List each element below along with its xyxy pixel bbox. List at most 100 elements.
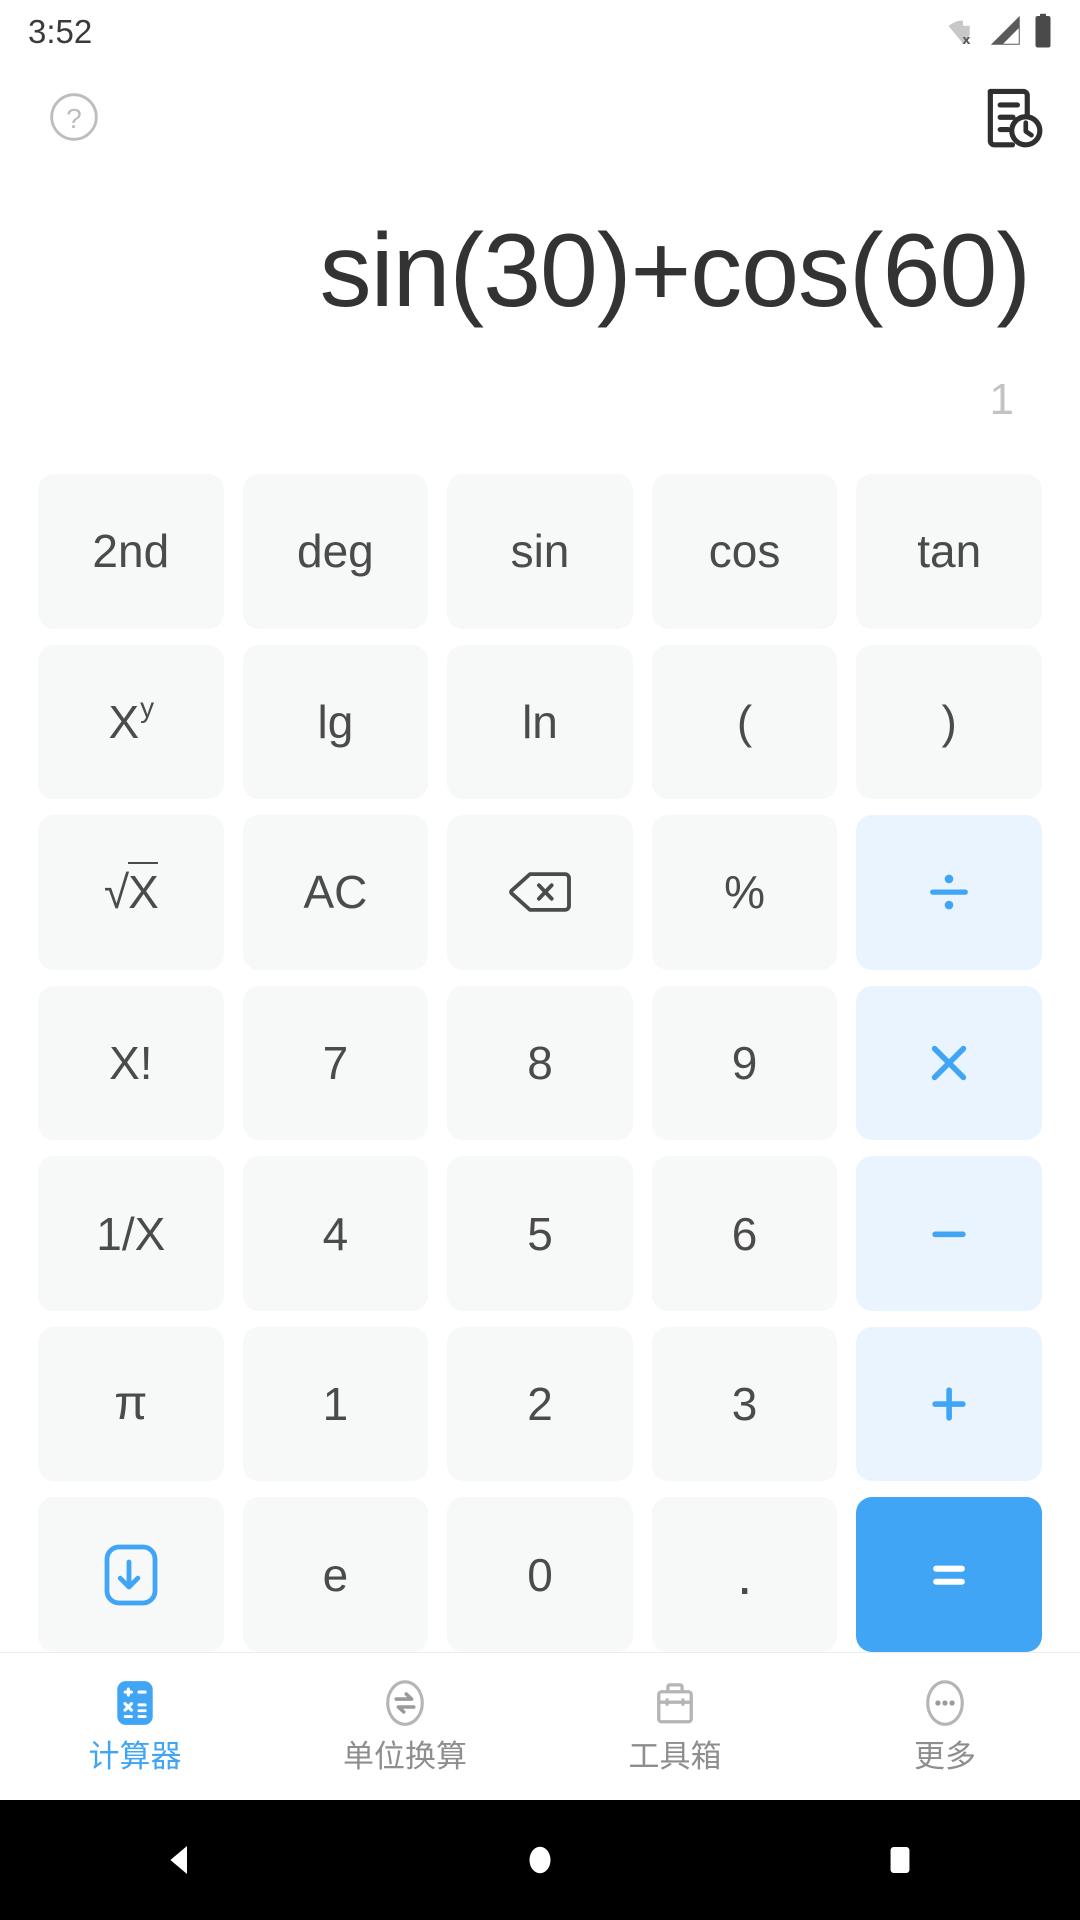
key-label: )	[941, 695, 957, 748]
key-label: lg	[317, 695, 354, 748]
system-nav-back[interactable]	[0, 1839, 360, 1881]
key-label: cos	[708, 525, 781, 578]
back-triangle-icon	[170, 1846, 187, 1874]
key-lg[interactable]: lg	[242, 644, 429, 800]
key-7[interactable]: 7	[242, 985, 429, 1141]
equals-icon	[933, 1565, 966, 1585]
key-collapse-keyboard[interactable]	[38, 1497, 224, 1652]
key-label: tan	[917, 525, 982, 578]
key-decimal[interactable]: .	[651, 1497, 838, 1652]
system-nav-home[interactable]	[360, 1839, 720, 1881]
history-icon[interactable]	[980, 85, 1044, 149]
key-reciprocal[interactable]: 1/X	[38, 1156, 224, 1311]
key-label: (	[736, 695, 753, 748]
bottom-nav-label: 更多	[914, 1738, 976, 1774]
calculator-app-screen: 3:52 x ? sin(30)+cos(60) 1 2nd deg sin c…	[0, 0, 1080, 1920]
key-power[interactable]: Xy	[38, 644, 224, 800]
key-2nd[interactable]: 2nd	[38, 474, 224, 629]
key-label: 0	[527, 1548, 553, 1601]
key-label: 3	[731, 1378, 758, 1431]
bottom-nav-item-3[interactable]: 更多	[810, 1678, 1080, 1772]
status-bar-icons: x	[946, 13, 1054, 49]
toolbox-icon	[650, 1678, 700, 1728]
key-ln[interactable]: ln	[447, 644, 633, 800]
bottom-nav-item-1[interactable]: 单位换算	[270, 1678, 540, 1772]
key-label: .	[736, 1542, 753, 1606]
status-bar-clock: 3:52	[28, 12, 93, 50]
bottom-nav-item-2[interactable]: 工具箱	[540, 1678, 810, 1772]
key-label: 1/X	[96, 1207, 166, 1260]
key-multiply[interactable]	[856, 985, 1042, 1141]
system-navigation-bar	[0, 1800, 1080, 1920]
key-label: X!	[109, 1036, 153, 1089]
key-label: 8	[527, 1036, 553, 1089]
more-dots-icon	[920, 1678, 970, 1728]
key-cos[interactable]: cos	[651, 474, 838, 629]
key-label: 4	[322, 1207, 349, 1260]
key-close-paren[interactable]: )	[856, 644, 1042, 800]
toolbox-icon	[657, 1682, 693, 1723]
key-open-paren[interactable]: (	[651, 644, 838, 800]
key-8[interactable]: 8	[447, 985, 633, 1141]
calculator-icon	[110, 1678, 160, 1728]
signal-icon	[990, 15, 1020, 45]
home-circle-icon	[529, 1846, 551, 1874]
key-label: 6	[731, 1207, 758, 1260]
multiply-icon	[931, 1045, 967, 1081]
key-2[interactable]: 2	[447, 1326, 633, 1482]
key-divide[interactable]	[856, 815, 1042, 970]
key-label: 2nd	[92, 525, 170, 578]
key-label: deg	[297, 525, 374, 578]
key-minus[interactable]	[856, 1156, 1042, 1311]
bottom-nav-label: 计算器	[88, 1738, 182, 1774]
key-percent[interactable]: %	[651, 815, 838, 970]
key-label: 5	[527, 1207, 553, 1260]
divide-icon	[930, 875, 969, 910]
key-4[interactable]: 4	[242, 1156, 429, 1311]
key-ac[interactable]: AC	[242, 815, 429, 970]
key-equals[interactable]	[856, 1497, 1042, 1652]
calculator-display[interactable]: sin(30)+cos(60) 1	[0, 172, 1080, 472]
wifi-off-icon: x	[948, 20, 971, 48]
svg-text:?: ?	[66, 103, 82, 134]
backspace-icon	[509, 872, 571, 913]
battery-icon	[1035, 13, 1051, 48]
key-backspace[interactable]	[447, 815, 633, 970]
key-factorial[interactable]: X!	[38, 985, 224, 1141]
collapse-keyboard-icon	[104, 1544, 158, 1606]
key-3[interactable]: 3	[651, 1326, 838, 1482]
key-label: e	[322, 1548, 349, 1601]
minus-icon	[932, 1231, 966, 1237]
unit-convert-icon	[386, 1679, 424, 1726]
key-9[interactable]: 9	[651, 985, 838, 1141]
key-label: 1	[322, 1378, 349, 1431]
help-circle-icon[interactable]: ?	[48, 91, 100, 143]
bottom-nav-label: 单位换算	[343, 1738, 467, 1774]
key-0[interactable]: 0	[447, 1497, 633, 1652]
keypad: 2nd deg sin cos tan Xy lg ln () √X AC% X! 7 8 9 1/X 4 5 6 π…	[0, 472, 1080, 1652]
system-nav-recents[interactable]	[720, 1839, 1080, 1881]
key-label: AC	[303, 866, 368, 919]
key-label: π	[114, 1377, 148, 1431]
bottom-nav-item-0[interactable]: 计算器	[0, 1678, 270, 1772]
key-label: X	[108, 695, 140, 748]
key-pi[interactable]: π	[38, 1326, 224, 1482]
key-tan[interactable]: tan	[856, 474, 1042, 629]
key-6[interactable]: 6	[651, 1156, 838, 1311]
bottom-navigation: 计算器 单位换算 工具箱 更多	[0, 1652, 1080, 1800]
key-deg[interactable]: deg	[242, 474, 429, 629]
more-dots-icon	[926, 1679, 964, 1726]
key-label: 2	[527, 1378, 553, 1431]
calculator-icon	[117, 1680, 153, 1725]
key-plus[interactable]	[856, 1326, 1042, 1482]
key-sin[interactable]: sin	[447, 474, 633, 629]
key-5[interactable]: 5	[447, 1156, 633, 1311]
key-sqrt[interactable]: √X	[38, 815, 224, 970]
expression-text: sin(30)+cos(60)	[319, 213, 1031, 329]
top-action-bar: ?	[0, 62, 1080, 172]
unit-convert-icon	[380, 1678, 430, 1728]
key-label: sin	[510, 525, 570, 578]
key-label: 9	[731, 1036, 758, 1089]
key-e[interactable]: e	[242, 1497, 429, 1652]
key-1[interactable]: 1	[242, 1326, 429, 1482]
